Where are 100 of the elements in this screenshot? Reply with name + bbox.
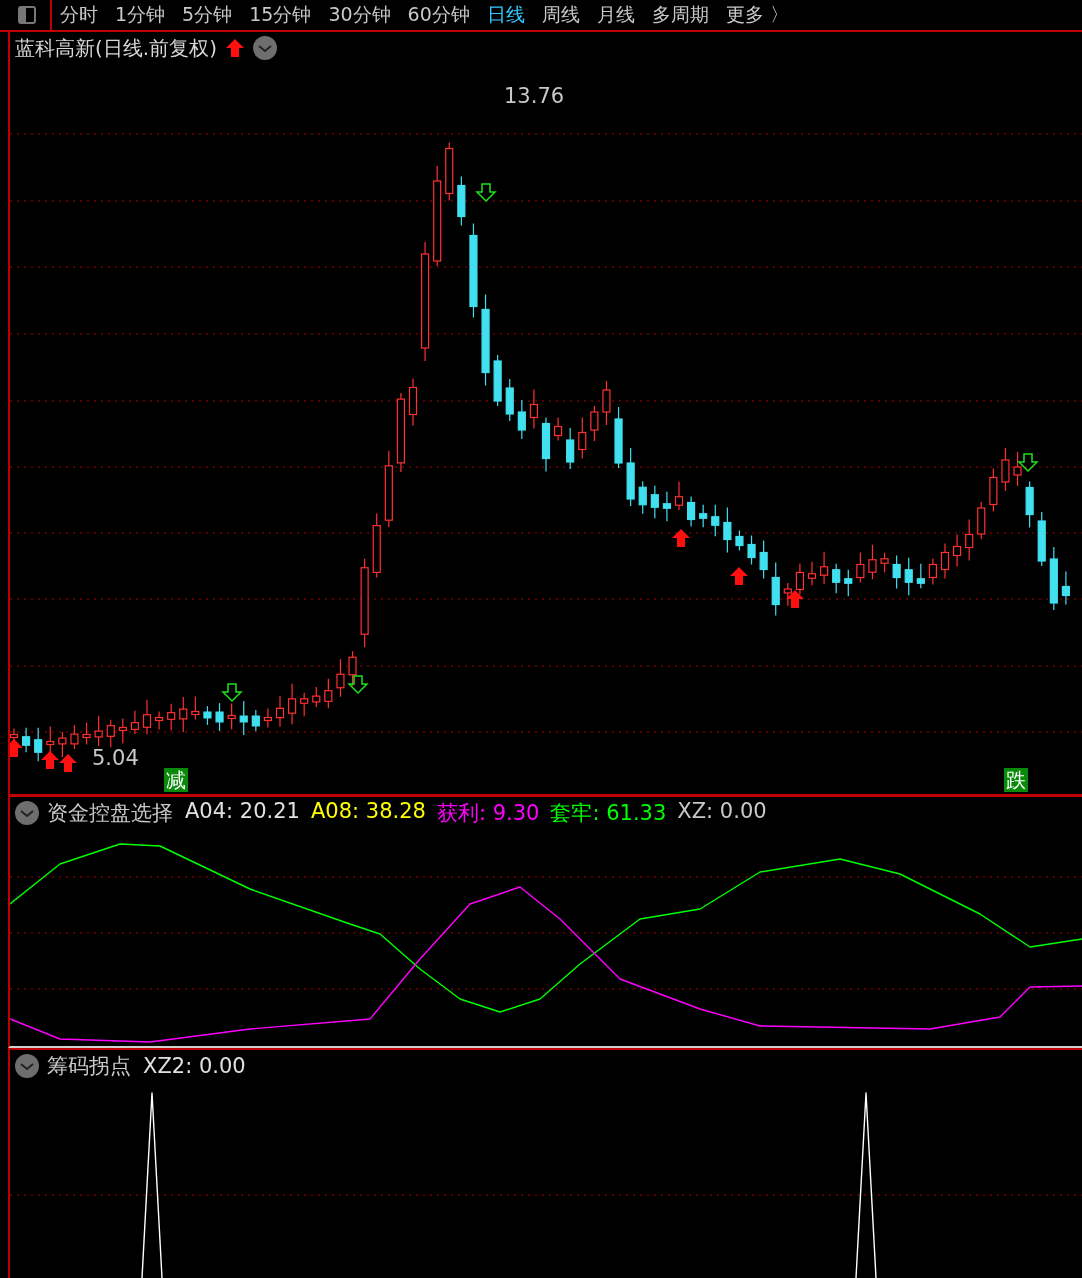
- candlestick: [662, 491, 671, 522]
- dropdown-icon[interactable]: [15, 1054, 39, 1078]
- candlestick: [372, 513, 381, 578]
- candlestick: [868, 544, 877, 580]
- up-arrow-icon: [59, 754, 77, 772]
- candlestick: [638, 480, 647, 515]
- candlestick: [650, 485, 659, 519]
- candlestick: [711, 504, 720, 537]
- candlestick: [554, 416, 563, 442]
- candlestick: [1037, 511, 1046, 567]
- period-tab[interactable]: 多周期: [651, 2, 709, 28]
- period-tab[interactable]: 日线: [486, 2, 525, 28]
- candlestick: [22, 727, 31, 753]
- up-arrow-icon: [224, 38, 245, 58]
- indicator-value: A04: 20.21: [185, 799, 300, 825]
- candlestick: [578, 416, 587, 460]
- candlestick: [735, 529, 744, 552]
- candlestick: [167, 703, 176, 731]
- candlestick: [1001, 447, 1010, 492]
- candlestick: [517, 399, 526, 440]
- price-label: 5.04: [92, 746, 139, 770]
- period-tab[interactable]: 5分钟: [182, 2, 233, 28]
- dropdown-icon[interactable]: [252, 36, 277, 60]
- candlestick: [687, 495, 696, 528]
- candlestick: [457, 175, 466, 227]
- up-arrow-icon: [10, 739, 23, 757]
- down-arrow-icon: [347, 675, 369, 695]
- indicator-value: 套牢: 61.33: [550, 800, 667, 827]
- period-tab[interactable]: 更多 〉: [725, 2, 789, 28]
- candlestick: [602, 380, 611, 426]
- candlestick: [1025, 480, 1034, 529]
- candlestick: [445, 141, 454, 202]
- signal-tag: 跌: [1004, 768, 1028, 792]
- down-arrow-icon: [221, 683, 243, 703]
- candlestick: [215, 702, 224, 732]
- period-tab[interactable]: 1分钟: [115, 2, 166, 28]
- candlestick: [34, 727, 43, 762]
- indicator-value: 获利: 9.30: [436, 800, 540, 827]
- down-arrow-icon: [475, 183, 497, 203]
- candlestick: [590, 405, 599, 442]
- candlestick: [1013, 451, 1022, 487]
- period-tab[interactable]: 月线: [596, 2, 635, 28]
- candlestick: [155, 710, 164, 731]
- panel-icon[interactable]: [18, 6, 36, 24]
- candlestick: [288, 683, 297, 725]
- indicator-value: XZ: 0.00: [677, 799, 767, 825]
- candlestick: [989, 467, 998, 513]
- candlestick: [1061, 570, 1070, 606]
- candlestick: [953, 533, 962, 568]
- up-arrow-icon: [786, 590, 804, 608]
- candlestick: [759, 539, 768, 580]
- candlestick: [844, 569, 853, 597]
- candlestick: [239, 700, 248, 736]
- down-arrow-icon: [1017, 453, 1039, 473]
- candlestick: [832, 563, 841, 594]
- candlestick: [275, 695, 285, 728]
- candlestick: [70, 724, 79, 750]
- candlestick: [795, 562, 804, 596]
- candlestick: [977, 501, 986, 540]
- candlestick: [348, 650, 357, 687]
- dropdown-icon[interactable]: [15, 801, 39, 825]
- period-tab[interactable]: 周线: [541, 2, 580, 28]
- candlestick: [408, 377, 418, 427]
- candlestick: [227, 702, 236, 731]
- up-arrow-icon: [41, 751, 59, 769]
- candlestick: [892, 554, 901, 590]
- candlestick: [263, 707, 272, 729]
- candlestick: [723, 506, 732, 554]
- candlestick: [916, 563, 925, 589]
- period-tab[interactable]: 15分钟: [249, 2, 312, 28]
- period-tab[interactable]: 分时: [60, 2, 98, 28]
- up-arrow-icon: [730, 567, 748, 585]
- candlestick: [965, 518, 974, 562]
- period-tab[interactable]: 60分钟: [407, 2, 470, 28]
- candlestick: [674, 481, 684, 511]
- candlestick: [747, 534, 756, 566]
- candlestick: [940, 542, 950, 580]
- candlestick: [529, 388, 538, 430]
- candlestick: [179, 696, 188, 733]
- candlestick: [856, 551, 865, 584]
- candlestick: [541, 416, 551, 473]
- candlestick: [324, 678, 333, 709]
- candlestick: [251, 709, 260, 732]
- candlestick: [505, 378, 514, 422]
- candlestick: [300, 692, 309, 717]
- candlestick: [493, 354, 502, 407]
- candlestick: [783, 582, 792, 607]
- signal-tag: 减: [164, 768, 188, 792]
- period-tab[interactable]: 30分钟: [328, 2, 391, 28]
- candlestick: [807, 561, 817, 586]
- candlestick: [142, 699, 152, 735]
- candlestick: [58, 731, 67, 758]
- indicator-name: 筹码拐点: [47, 1053, 131, 1080]
- candlestick: [191, 695, 200, 721]
- candlestick: [699, 504, 708, 528]
- candlestick: [336, 658, 345, 698]
- candlestick: [1049, 546, 1058, 611]
- candlestick: [130, 710, 139, 735]
- candlestick: [820, 551, 829, 585]
- candlestick: [626, 447, 635, 507]
